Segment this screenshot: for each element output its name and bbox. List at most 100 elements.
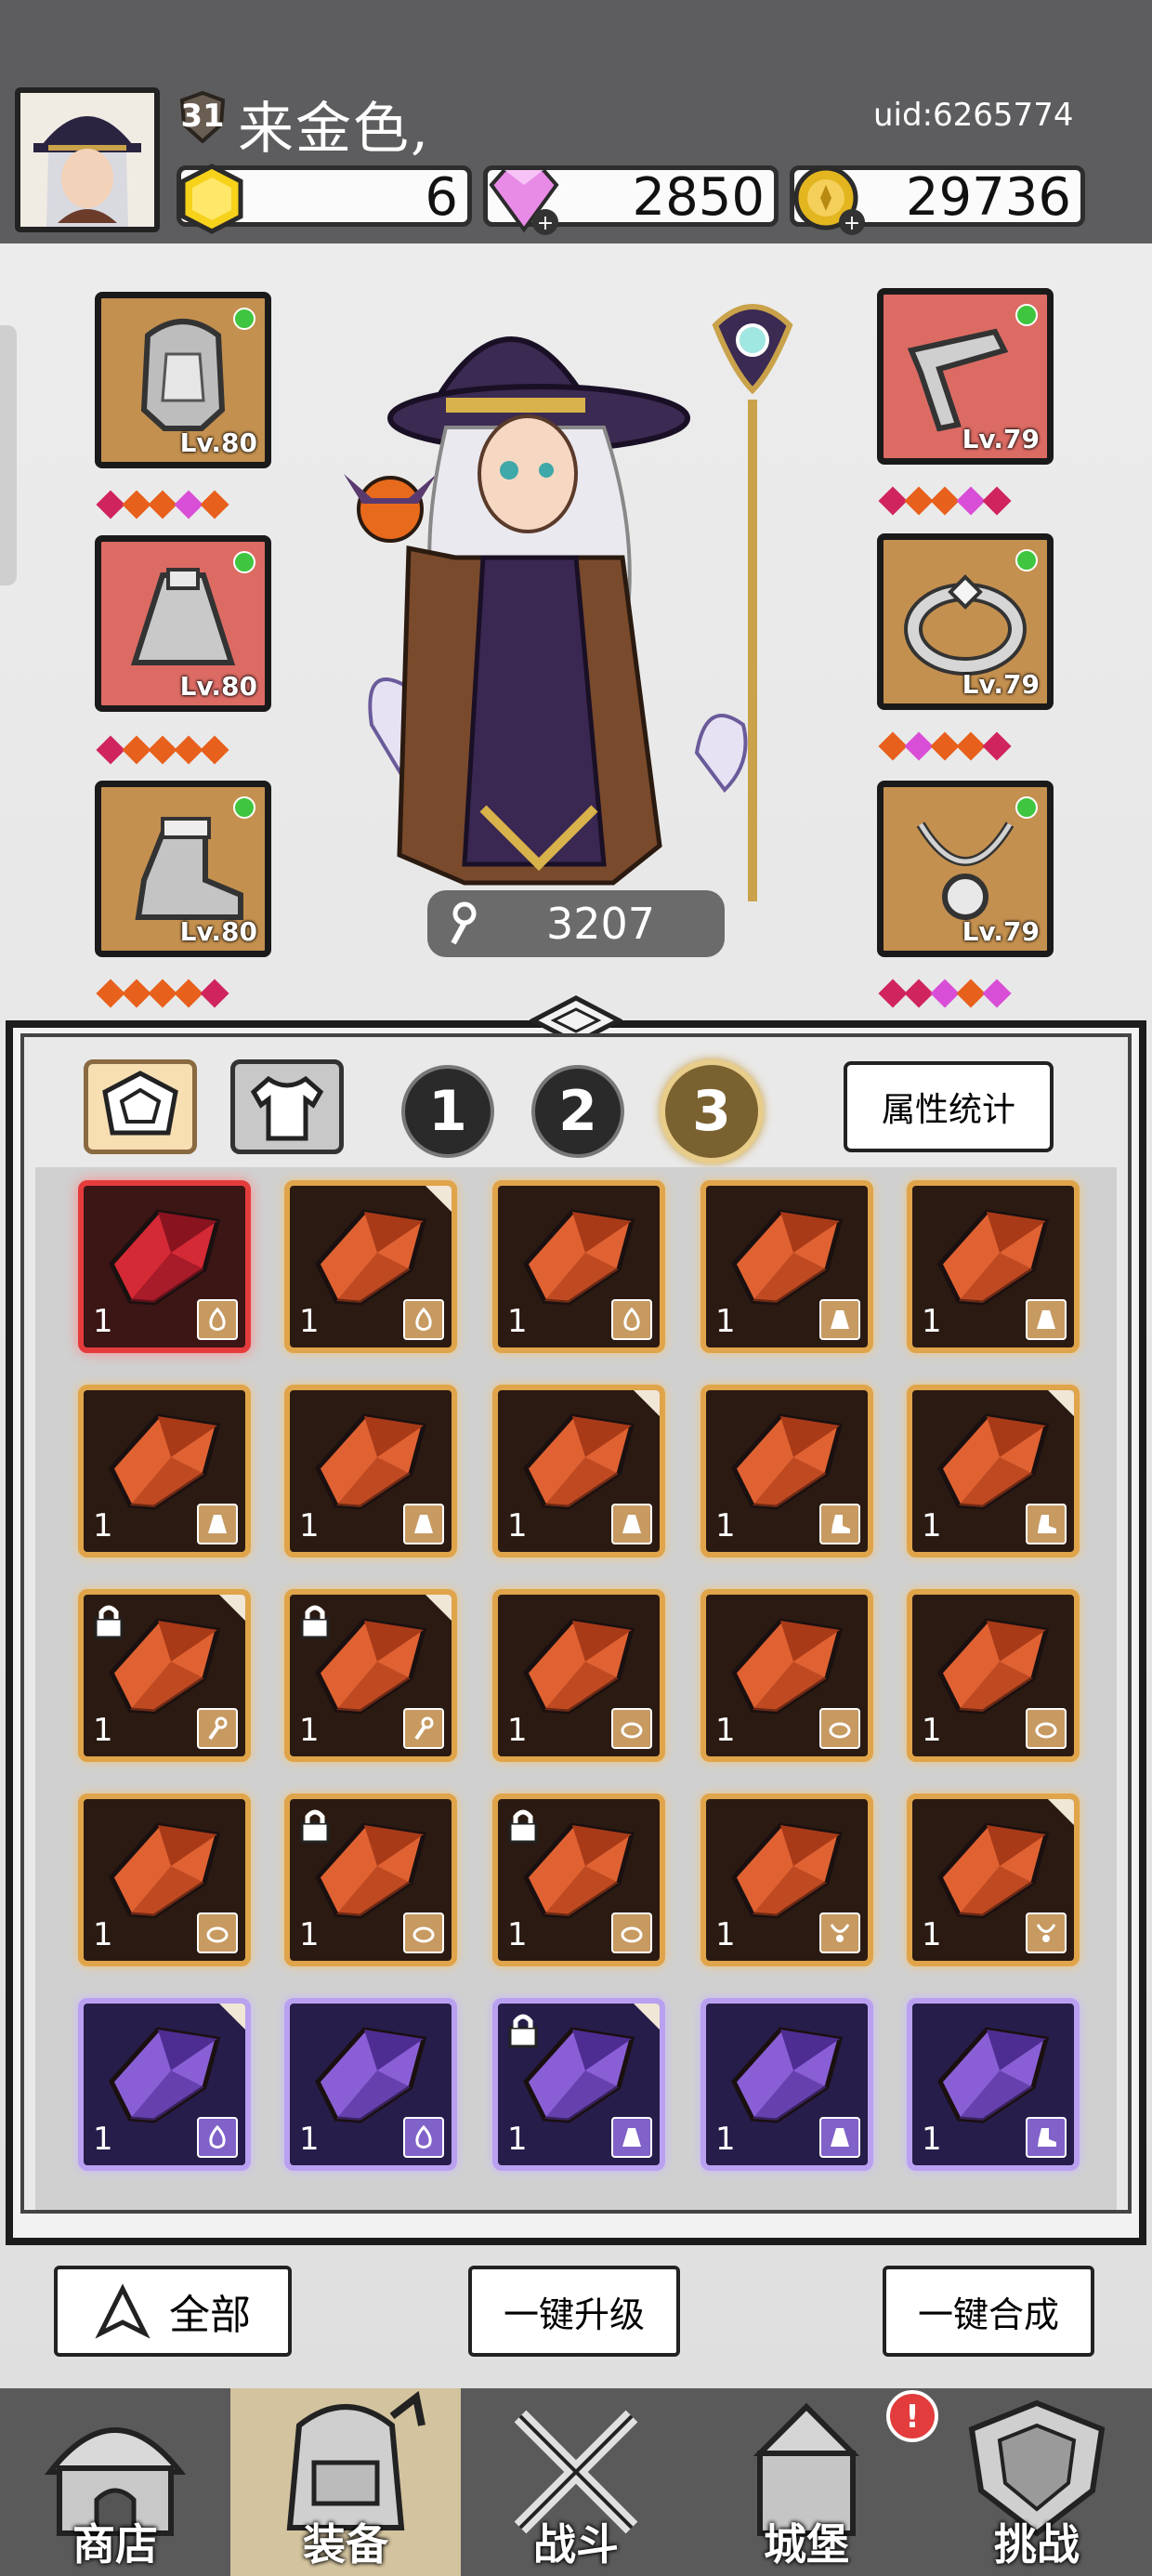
lock-icon (508, 1809, 538, 1844)
inventory-gem[interactable]: 1 (284, 1180, 457, 1353)
tab-gems[interactable] (84, 1059, 197, 1154)
cloak-slot-icon (819, 2117, 860, 2158)
equipped-dot (1015, 304, 1038, 326)
nav-shop[interactable]: 商店 (0, 2388, 230, 2576)
equip-slot-boots[interactable]: Lv.80 (95, 781, 271, 957)
neck-slot-icon (1026, 1912, 1067, 1953)
inventory-gem[interactable]: 1 (492, 1998, 665, 2171)
item-count: 1 (922, 1303, 942, 1340)
witch-character-illustration (344, 304, 793, 901)
corner-flag (425, 1186, 452, 1212)
inventory-gem[interactable]: 1 (907, 1998, 1080, 2171)
inventory-gem[interactable]: 1 (492, 1589, 665, 1762)
gem-row (96, 735, 229, 765)
tab-page-3-selected[interactable]: 3 (660, 1059, 764, 1163)
nav-battle[interactable]: 战斗 (461, 2388, 691, 2576)
nav-challenge[interactable]: 挑战 (922, 2388, 1152, 2576)
equip-level: Lv.80 (179, 916, 257, 947)
item-count: 1 (922, 1507, 942, 1544)
staff-power-icon (451, 901, 477, 945)
ring-slot-icon (1026, 1708, 1067, 1749)
inventory-gem[interactable]: 1 (492, 1385, 665, 1557)
inventory-gem[interactable]: 1 (700, 1385, 873, 1557)
coin-icon: + (793, 165, 865, 235)
inventory-gem[interactable]: 1 (492, 1794, 665, 1966)
equip-slot-helmet[interactable]: Lv.80 (95, 292, 271, 468)
equip-level: Lv.80 (179, 671, 257, 702)
inventory-gem[interactable]: 1 (78, 1589, 251, 1762)
inventory-gem[interactable]: 1 (700, 1589, 873, 1762)
item-count: 1 (507, 1916, 528, 1953)
lock-icon (508, 2014, 538, 2048)
side-handle[interactable] (0, 325, 17, 585)
cloak-slot-icon (819, 1299, 860, 1340)
drop-slot-icon (197, 2117, 238, 2158)
nav-equipment-selected[interactable]: 装备 (230, 2388, 461, 2576)
item-count: 1 (93, 2121, 113, 2158)
cloak-slot-icon (403, 1504, 444, 1544)
player-avatar[interactable] (15, 87, 160, 232)
tab-page-2[interactable]: 2 (531, 1065, 624, 1158)
item-count: 1 (299, 1712, 320, 1749)
tab-equipment[interactable] (230, 1059, 344, 1154)
inventory-gem-selected[interactable]: 1 (78, 1180, 251, 1353)
equip-slot-armor[interactable]: Lv.80 (95, 535, 271, 712)
inventory-gem[interactable]: 1 (907, 1180, 1080, 1353)
combat-power-value: 3207 (546, 899, 656, 949)
equipped-dot (233, 308, 255, 330)
equip-level: Lv.79 (962, 669, 1040, 700)
item-count: 1 (715, 1303, 736, 1340)
ring-slot-icon (611, 1912, 652, 1953)
item-count: 1 (299, 1916, 320, 1953)
filter-all-button[interactable]: 全部 (54, 2266, 292, 2357)
item-count: 1 (715, 1507, 736, 1544)
equip-slot-necklace[interactable]: Lv.79 (877, 781, 1054, 957)
triangle-filter-icon (95, 2283, 151, 2339)
combat-power-badge: 3207 (427, 890, 725, 957)
inventory-gem[interactable]: 1 (284, 1794, 457, 1966)
nav-castle[interactable]: ! 城堡 (691, 2388, 938, 2576)
equip-slot-ring[interactable]: Lv.79 (877, 533, 1054, 710)
stats-button[interactable]: 属性统计 (844, 1061, 1054, 1152)
equipped-dot (233, 551, 255, 573)
diamond-value: 2850 (632, 167, 765, 228)
inventory-gem[interactable]: 1 (700, 1998, 873, 2171)
filter-label: 全部 (169, 2292, 251, 2339)
inventory-gem[interactable]: 1 (907, 1794, 1080, 1966)
tab-page-1[interactable]: 1 (401, 1065, 494, 1158)
inventory-gem[interactable]: 1 (78, 1794, 251, 1966)
inventory-gem[interactable]: 1 (284, 1998, 457, 2171)
inventory-gem[interactable]: 1 (284, 1589, 457, 1762)
item-count: 1 (507, 1712, 528, 1749)
equip-slot-weapon[interactable]: Lv.79 (877, 288, 1054, 465)
inventory-gem[interactable]: 1 (78, 1998, 251, 2171)
inventory-gem[interactable]: 1 (907, 1589, 1080, 1762)
staff-slot-icon (197, 1708, 238, 1749)
gold-hexagon-icon (180, 164, 243, 234)
inventory-gem[interactable]: 1 (700, 1180, 873, 1353)
boot-slot-icon (1026, 1504, 1067, 1544)
diamond-icon: + (489, 168, 559, 235)
gem-row (878, 731, 1012, 761)
item-count: 1 (922, 1916, 942, 1953)
lock-icon (300, 1809, 330, 1844)
shirt-icon (250, 1075, 324, 1141)
neck-slot-icon (819, 1912, 860, 1953)
svg-text:+: + (537, 212, 554, 235)
item-count: 1 (715, 1916, 736, 1953)
item-count: 1 (93, 1712, 113, 1749)
gem-row (96, 490, 229, 519)
cloak-slot-icon (611, 1504, 652, 1544)
merge-all-button[interactable]: 一键合成 (883, 2266, 1094, 2357)
upgrade-all-button[interactable]: 一键升级 (468, 2266, 680, 2357)
boot-slot-icon (1026, 2117, 1067, 2158)
inventory-gem[interactable]: 1 (492, 1180, 665, 1353)
coin-value: 29736 (905, 167, 1071, 228)
inventory-gem[interactable]: 1 (700, 1794, 873, 1966)
item-count: 1 (299, 2121, 320, 2158)
equip-level: Lv.79 (962, 916, 1040, 947)
inventory-gem[interactable]: 1 (284, 1385, 457, 1557)
inventory-gem[interactable]: 1 (78, 1385, 251, 1557)
inventory-gem[interactable]: 1 (907, 1385, 1080, 1557)
svg-text:!: ! (905, 2399, 920, 2436)
